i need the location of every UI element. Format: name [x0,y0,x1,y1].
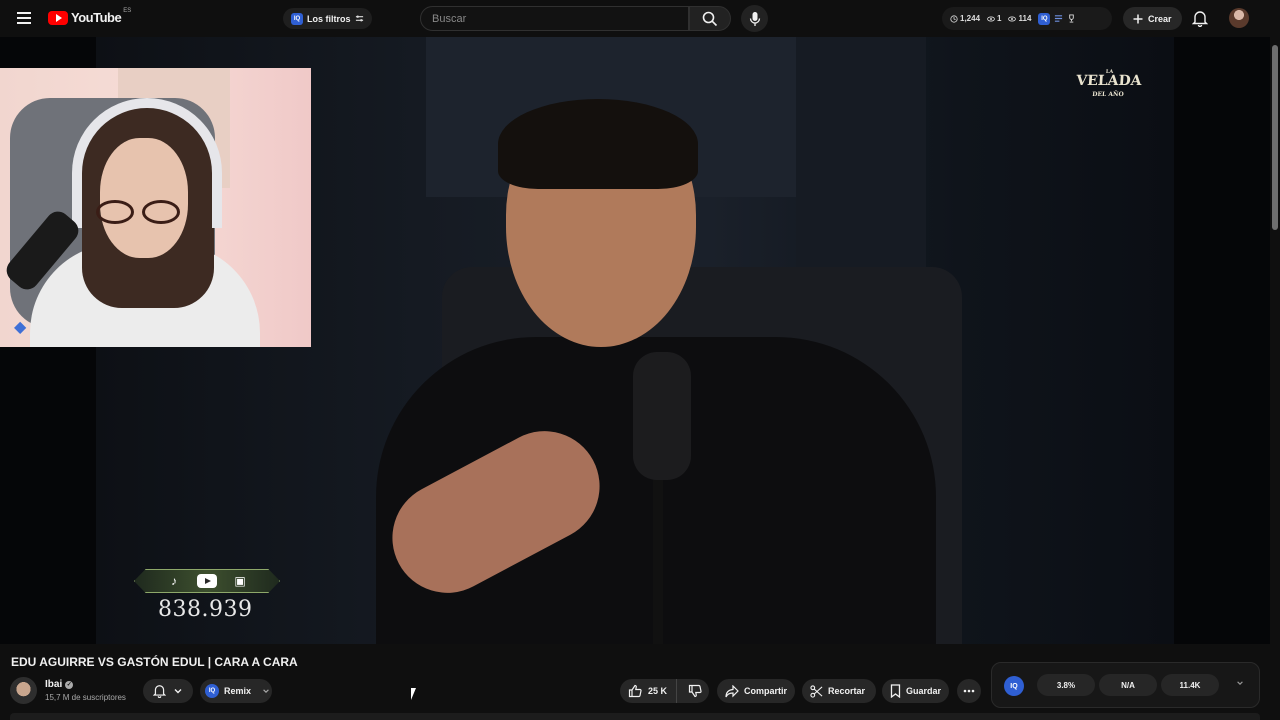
metric-views[interactable]: 11.4K [1161,674,1219,696]
search-button[interactable] [689,6,731,31]
other-stat: 114 [1008,14,1031,23]
sliders-icon [355,15,363,22]
microphone-stand [653,477,663,644]
more-actions-button[interactable] [957,679,981,703]
like-button[interactable]: 25 K [620,679,677,703]
video-title: EDU AGUIRRE VS GASTÓN EDUL | CARA A CARA [11,655,298,669]
metric-engagement[interactable]: 3.8% [1037,674,1095,696]
watching-value: 1 [997,14,1002,23]
account-avatar[interactable] [1229,8,1249,28]
velada-logo-main: VELADA [1075,73,1143,89]
eye-icon [987,16,995,21]
list-icon[interactable] [1054,14,1063,23]
wolf-logo-icon: ◆ [14,319,27,336]
views-stat: 1,244 [950,14,980,23]
remix-button[interactable]: IQ Remix [200,679,272,703]
glasses [96,200,186,224]
iq-icon: IQ [205,684,219,698]
bookmark-icon [890,684,901,698]
video-player[interactable]: LA VELADA DEL AÑO ◆ ♪ ▣ 838.939 [0,37,1270,644]
eye-icon [1008,16,1017,21]
dislike-button[interactable] [682,679,709,703]
subscription-bell-button[interactable] [143,679,193,703]
channel-name[interactable]: Ibai ✓ [45,679,74,690]
filters-button[interactable]: IQ Los filtros [283,8,372,29]
logo-country-code: ES [123,7,132,14]
share-arrow-icon [725,684,739,697]
page-scrollbar[interactable] [1270,37,1280,720]
top-bar: YouTube ES IQ Los filtros Buscar 1,244 1… [0,0,1280,37]
thumbs-down-icon [689,684,703,698]
clip-button[interactable]: Recortar [802,679,876,703]
bell-icon [152,685,166,698]
voice-search-button[interactable] [741,5,768,32]
save-label: Guardar [905,686,941,696]
create-label: Crear [1148,13,1172,24]
share-label: Compartir [743,686,787,696]
trophy-icon[interactable] [1067,14,1076,23]
viewer-counter: 838.939 [158,597,253,622]
channel-name-text[interactable]: Ibai [45,679,62,690]
search-input[interactable]: Buscar [420,6,689,31]
scrollbar-thumb[interactable] [1272,45,1278,230]
save-button[interactable]: Guardar [882,679,949,703]
studio-microphone [633,352,691,480]
velada-logo: LA VELADA DEL AÑO [1075,69,1142,101]
channel-avatar[interactable] [10,677,37,704]
tiktok-icon: ♪ [171,574,177,588]
more-horizontal-icon [963,689,975,693]
youtube-play-icon [48,10,68,25]
twitch-icon: ▣ [234,574,246,588]
create-button[interactable]: Crear [1123,7,1182,30]
analytics-extension-panel: IQ 3.8% N/A 11.4K [991,662,1260,708]
stats-widget[interactable]: 1,244 1 114 IQ [942,7,1112,30]
remix-label: Remix [224,686,252,696]
microphone-icon [749,11,760,26]
velada-logo-sub: DEL AÑO [1091,91,1124,98]
subscriber-count: 15,7 M de suscriptores [45,693,126,702]
logo-text: YouTube [71,10,122,25]
guest-hair [498,99,698,189]
notifications-bell-icon[interactable] [1192,10,1208,27]
chevron-down-icon [174,689,182,694]
search-icon [702,11,718,26]
share-button[interactable]: Compartir [717,679,795,703]
metric-secondary[interactable]: N/A [1099,674,1157,696]
youtube-logo[interactable]: YouTube ES [48,7,132,25]
iq-icon[interactable]: IQ [1038,12,1051,25]
thumbs-up-icon [628,684,642,698]
filters-label: Los filtros [307,13,351,24]
iq-icon: IQ [291,12,303,25]
chevron-down-icon [263,689,269,693]
menu-icon[interactable] [14,8,34,28]
scissors-icon [810,684,823,698]
plus-icon [1133,14,1143,23]
streamer-webcam: ◆ [0,68,311,347]
clock-icon [950,14,958,23]
views-value: 1,244 [960,14,981,23]
mouse-cursor [411,688,416,700]
description-box-edge[interactable] [10,713,1260,720]
like-dislike-group: 25 K [620,679,709,703]
like-count: 25 K [648,686,668,696]
watching-stat: 1 [987,14,1001,23]
youtube-icon [197,574,217,588]
social-counter-banner: ♪ ▣ [134,569,280,593]
background-panel [796,37,926,277]
other-value: 114 [1018,14,1032,23]
iq-icon[interactable]: IQ [1004,676,1024,696]
chevron-down-icon[interactable] [1236,679,1244,687]
clip-label: Recortar [828,686,866,696]
verified-icon: ✓ [65,680,74,689]
